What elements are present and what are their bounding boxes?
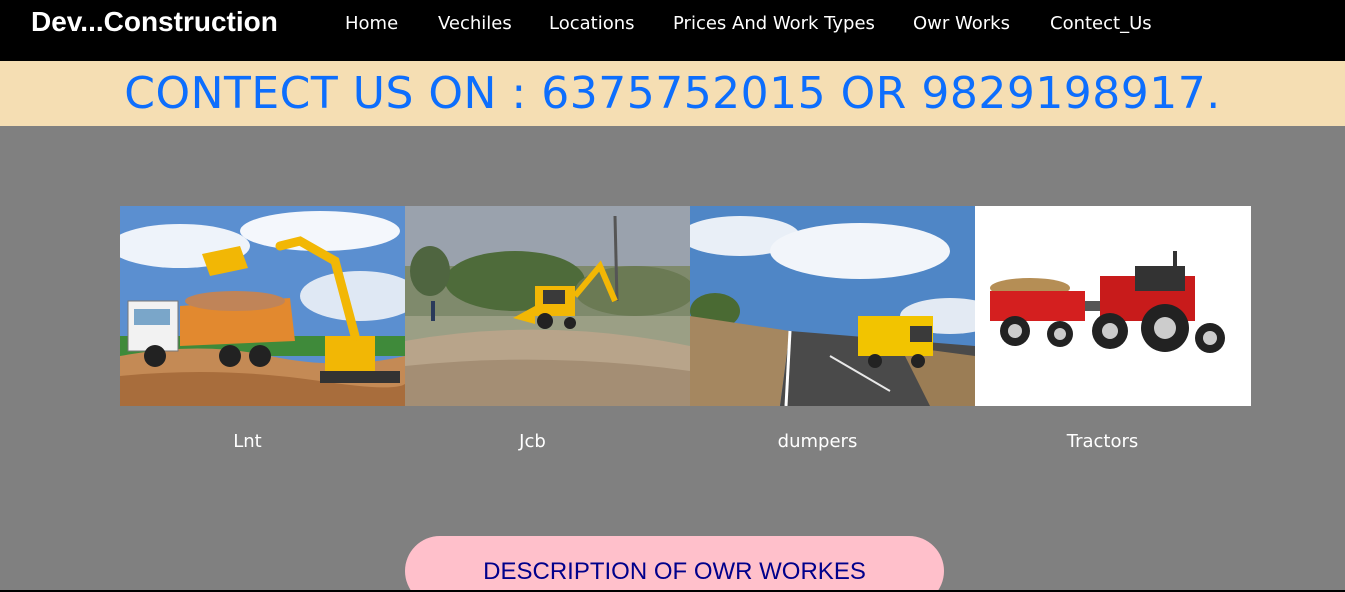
caption-jcb: Jcb	[519, 431, 546, 452]
tractors-photo	[975, 206, 1251, 406]
brand-logo[interactable]: Dev...Construction	[31, 5, 278, 39]
caption-lnt: Lnt	[233, 431, 262, 452]
vehicle-gallery	[120, 206, 1251, 406]
lnt-photo	[120, 206, 405, 406]
navbar: Dev...Construction Home Vechiles Locatio…	[0, 0, 1345, 61]
caption-tractors: Tractors	[1066, 431, 1139, 452]
nav-home[interactable]: Home	[345, 12, 398, 36]
dumpers-photo	[690, 206, 975, 406]
contact-banner: CONTECT US ON : 6375752015 OR 9829198917…	[0, 61, 1345, 126]
nav-our-works[interactable]: Owr Works	[913, 12, 1010, 36]
nav-vehicles[interactable]: Vechiles	[438, 12, 512, 36]
caption-dumpers: dumpers	[777, 431, 858, 452]
nav-locations[interactable]: Locations	[549, 12, 635, 36]
description-button-label: DESCRIPTION OF OWR WORKES	[483, 558, 866, 585]
description-button[interactable]: DESCRIPTION OF OWR WORKES	[405, 536, 944, 592]
contact-banner-text: CONTECT US ON : 6375752015 OR 9829198917…	[124, 68, 1221, 119]
nav-prices-work-types[interactable]: Prices And Work Types	[673, 12, 875, 36]
nav-contact-us[interactable]: Contect_Us	[1050, 12, 1152, 36]
jcb-photo	[405, 206, 690, 406]
